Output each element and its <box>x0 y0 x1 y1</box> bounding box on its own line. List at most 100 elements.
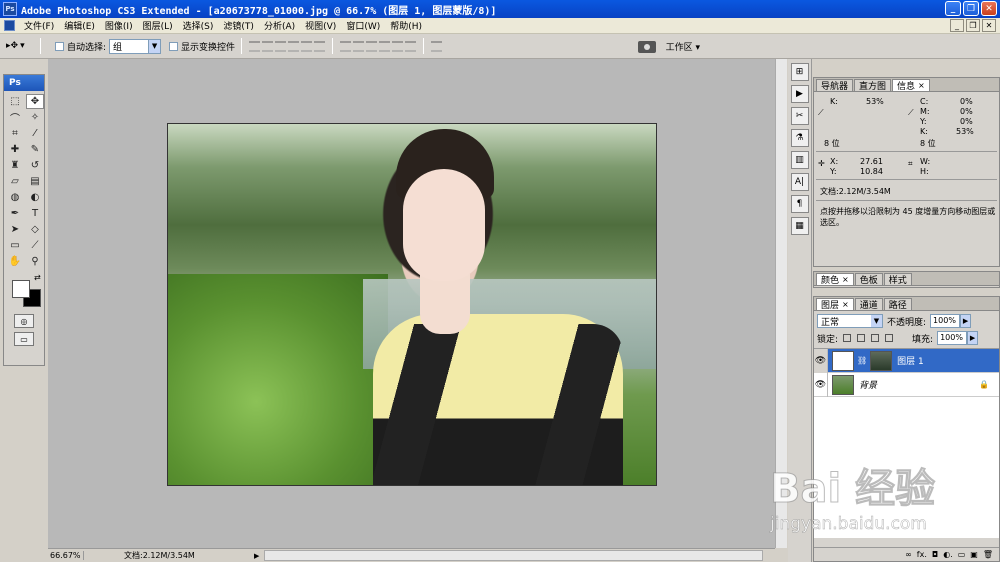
maximize-button[interactable]: ❐ <box>963 1 979 16</box>
align-bottom-icon[interactable] <box>275 40 287 52</box>
character-dock-icon[interactable]: A| <box>790 173 809 191</box>
menu-filter[interactable]: 滤镜(T) <box>218 19 259 32</box>
align-left-icon[interactable] <box>288 40 300 52</box>
document-image[interactable] <box>167 123 657 486</box>
doc-close-button[interactable]: ✕ <box>982 19 996 32</box>
lock-position-icon[interactable] <box>871 334 880 342</box>
screen-mode-icon[interactable]: ▭ <box>14 332 34 346</box>
minimize-button[interactable]: _ <box>945 1 961 16</box>
document-icon[interactable] <box>4 20 15 31</box>
distribute-vcenter-icon[interactable] <box>353 40 365 52</box>
menu-window[interactable]: 窗口(W) <box>341 19 385 32</box>
brush-tool-icon[interactable]: ✎ <box>26 142 44 157</box>
menu-layer[interactable]: 图层(L) <box>138 19 178 32</box>
align-right-icon[interactable] <box>314 40 326 52</box>
tab-channels[interactable]: 通道 <box>854 298 883 311</box>
workspace-button[interactable]: 工作区 ▾ <box>666 40 700 53</box>
foreground-color-swatch[interactable] <box>12 280 30 298</box>
tab-navigator[interactable]: 导航器 <box>816 79 854 92</box>
close-tab-icon[interactable]: × <box>918 81 925 90</box>
tab-layers[interactable]: 图层 × <box>816 298 854 311</box>
swap-colors-icon[interactable]: ⇄ <box>34 273 41 282</box>
bridge-camera-icon[interactable] <box>637 40 656 53</box>
navigator-dock-icon[interactable]: ⊞ <box>790 63 809 81</box>
layer-comps-dock-icon[interactable]: ▦ <box>790 217 809 235</box>
chevron-right-icon[interactable]: ▶ <box>960 314 972 328</box>
menu-select[interactable]: 选择(S) <box>178 19 219 32</box>
lock-pixels-icon[interactable] <box>857 334 866 342</box>
hand-tool-icon[interactable]: ✋ <box>6 254 24 269</box>
blur-tool-icon[interactable]: ◍ <box>6 190 24 205</box>
eye-icon[interactable]: 👁 <box>814 348 828 373</box>
tool-preset-picker[interactable]: ▸✥ ▾ <box>6 36 34 56</box>
menu-view[interactable]: 视图(V) <box>300 19 341 32</box>
close-tab-icon[interactable]: × <box>842 300 849 309</box>
auto-select-checkbox[interactable]: 自动选择: <box>55 40 106 53</box>
blend-mode-dropdown[interactable]: 正常 ▼ <box>817 314 883 328</box>
distribute-top-icon[interactable] <box>340 40 352 52</box>
layer-row-background[interactable]: 👁 背景 🔒 <box>814 372 999 397</box>
type-tool-icon[interactable]: T <box>26 206 44 221</box>
gradient-tool-icon[interactable]: ▤ <box>26 174 44 189</box>
auto-align-icon[interactable] <box>431 40 443 52</box>
show-transform-checkbox[interactable]: 显示变换控件 <box>169 40 235 53</box>
eraser-tool-icon[interactable]: ▱ <box>6 174 24 189</box>
align-hcenter-icon[interactable] <box>301 40 313 52</box>
menu-analysis[interactable]: 分析(A) <box>259 19 300 32</box>
align-vcenter-icon[interactable] <box>262 40 274 52</box>
menu-file[interactable]: 文件(F) <box>19 19 59 32</box>
tab-histogram[interactable]: 直方图 <box>854 79 892 92</box>
shape-tool-icon[interactable]: ◇ <box>26 222 44 237</box>
magic-wand-tool-icon[interactable]: ✧ <box>26 110 44 125</box>
distribute-hcenter-icon[interactable] <box>392 40 404 52</box>
history-brush-tool-icon[interactable]: ↺ <box>26 158 44 173</box>
opacity-field[interactable]: 100% ▶ <box>930 314 972 328</box>
layer-mask-thumbnail[interactable] <box>832 350 854 371</box>
horizontal-scrollbar[interactable] <box>264 550 763 561</box>
slice-tool-icon[interactable]: ⁄ <box>26 126 44 141</box>
layer-thumbnail[interactable] <box>832 374 854 395</box>
dodge-tool-icon[interactable]: ◐ <box>26 190 44 205</box>
link-icon[interactable]: ⛓ <box>857 356 867 365</box>
doc-restore-button[interactable]: ❐ <box>966 19 980 32</box>
tab-swatches[interactable]: 色板 <box>854 273 883 286</box>
menu-help[interactable]: 帮助(H) <box>385 19 427 32</box>
actions-dock-icon[interactable]: ▶ <box>790 85 809 103</box>
path-selection-tool-icon[interactable]: ➤ <box>6 222 24 237</box>
menu-edit[interactable]: 编辑(E) <box>59 19 100 32</box>
clone-source-dock-icon[interactable]: ▥ <box>790 151 809 169</box>
lasso-tool-icon[interactable]: ⌒ <box>6 110 24 125</box>
tab-paths[interactable]: 路径 <box>883 298 912 311</box>
doc-minimize-button[interactable]: _ <box>950 19 964 32</box>
pen-tool-icon[interactable]: ✒ <box>6 206 24 221</box>
layer-thumbnail[interactable] <box>870 350 893 371</box>
auto-select-dropdown[interactable]: 组 ▼ <box>109 38 162 54</box>
crop-tool-icon[interactable]: ⌗ <box>6 126 24 141</box>
align-top-icon[interactable] <box>249 40 261 52</box>
brushes-dock-icon[interactable]: ⚗ <box>790 129 809 147</box>
healing-brush-tool-icon[interactable]: ✚ <box>6 142 24 157</box>
layer-row-layer1[interactable]: 👁 ⛓ 图层 1 <box>814 348 999 373</box>
canvas-area[interactable] <box>48 59 775 548</box>
distribute-bottom-icon[interactable] <box>366 40 378 52</box>
close-button[interactable]: ✕ <box>981 1 997 16</box>
menu-image[interactable]: 图像(I) <box>100 19 138 32</box>
zoom-level[interactable]: 66.67% <box>48 551 84 560</box>
paragraph-dock-icon[interactable]: ¶ <box>790 195 809 213</box>
move-tool-icon[interactable]: ✥ <box>26 94 44 109</box>
eye-icon[interactable]: 👁 <box>814 372 828 397</box>
tool-presets-dock-icon[interactable]: ✂ <box>790 107 809 125</box>
tab-color[interactable]: 颜色 × <box>816 273 854 286</box>
tab-info[interactable]: 信息 × <box>892 79 930 92</box>
distribute-right-icon[interactable] <box>405 40 417 52</box>
quick-mask-icon[interactable]: ◎ <box>14 314 34 328</box>
clone-stamp-tool-icon[interactable]: ♜ <box>6 158 24 173</box>
marquee-tool-icon[interactable]: ⬚ <box>6 94 24 109</box>
notes-tool-icon[interactable]: ▭ <box>6 238 24 253</box>
eyedropper-tool-icon[interactable]: ⟋ <box>26 238 44 253</box>
lock-transparent-icon[interactable] <box>843 334 852 342</box>
tab-styles[interactable]: 样式 <box>883 273 912 286</box>
chevron-right-icon[interactable]: ▶ <box>967 331 979 345</box>
status-menu-arrow-icon[interactable]: ▶ <box>254 552 264 560</box>
fill-field[interactable]: 100% ▶ <box>937 331 979 345</box>
